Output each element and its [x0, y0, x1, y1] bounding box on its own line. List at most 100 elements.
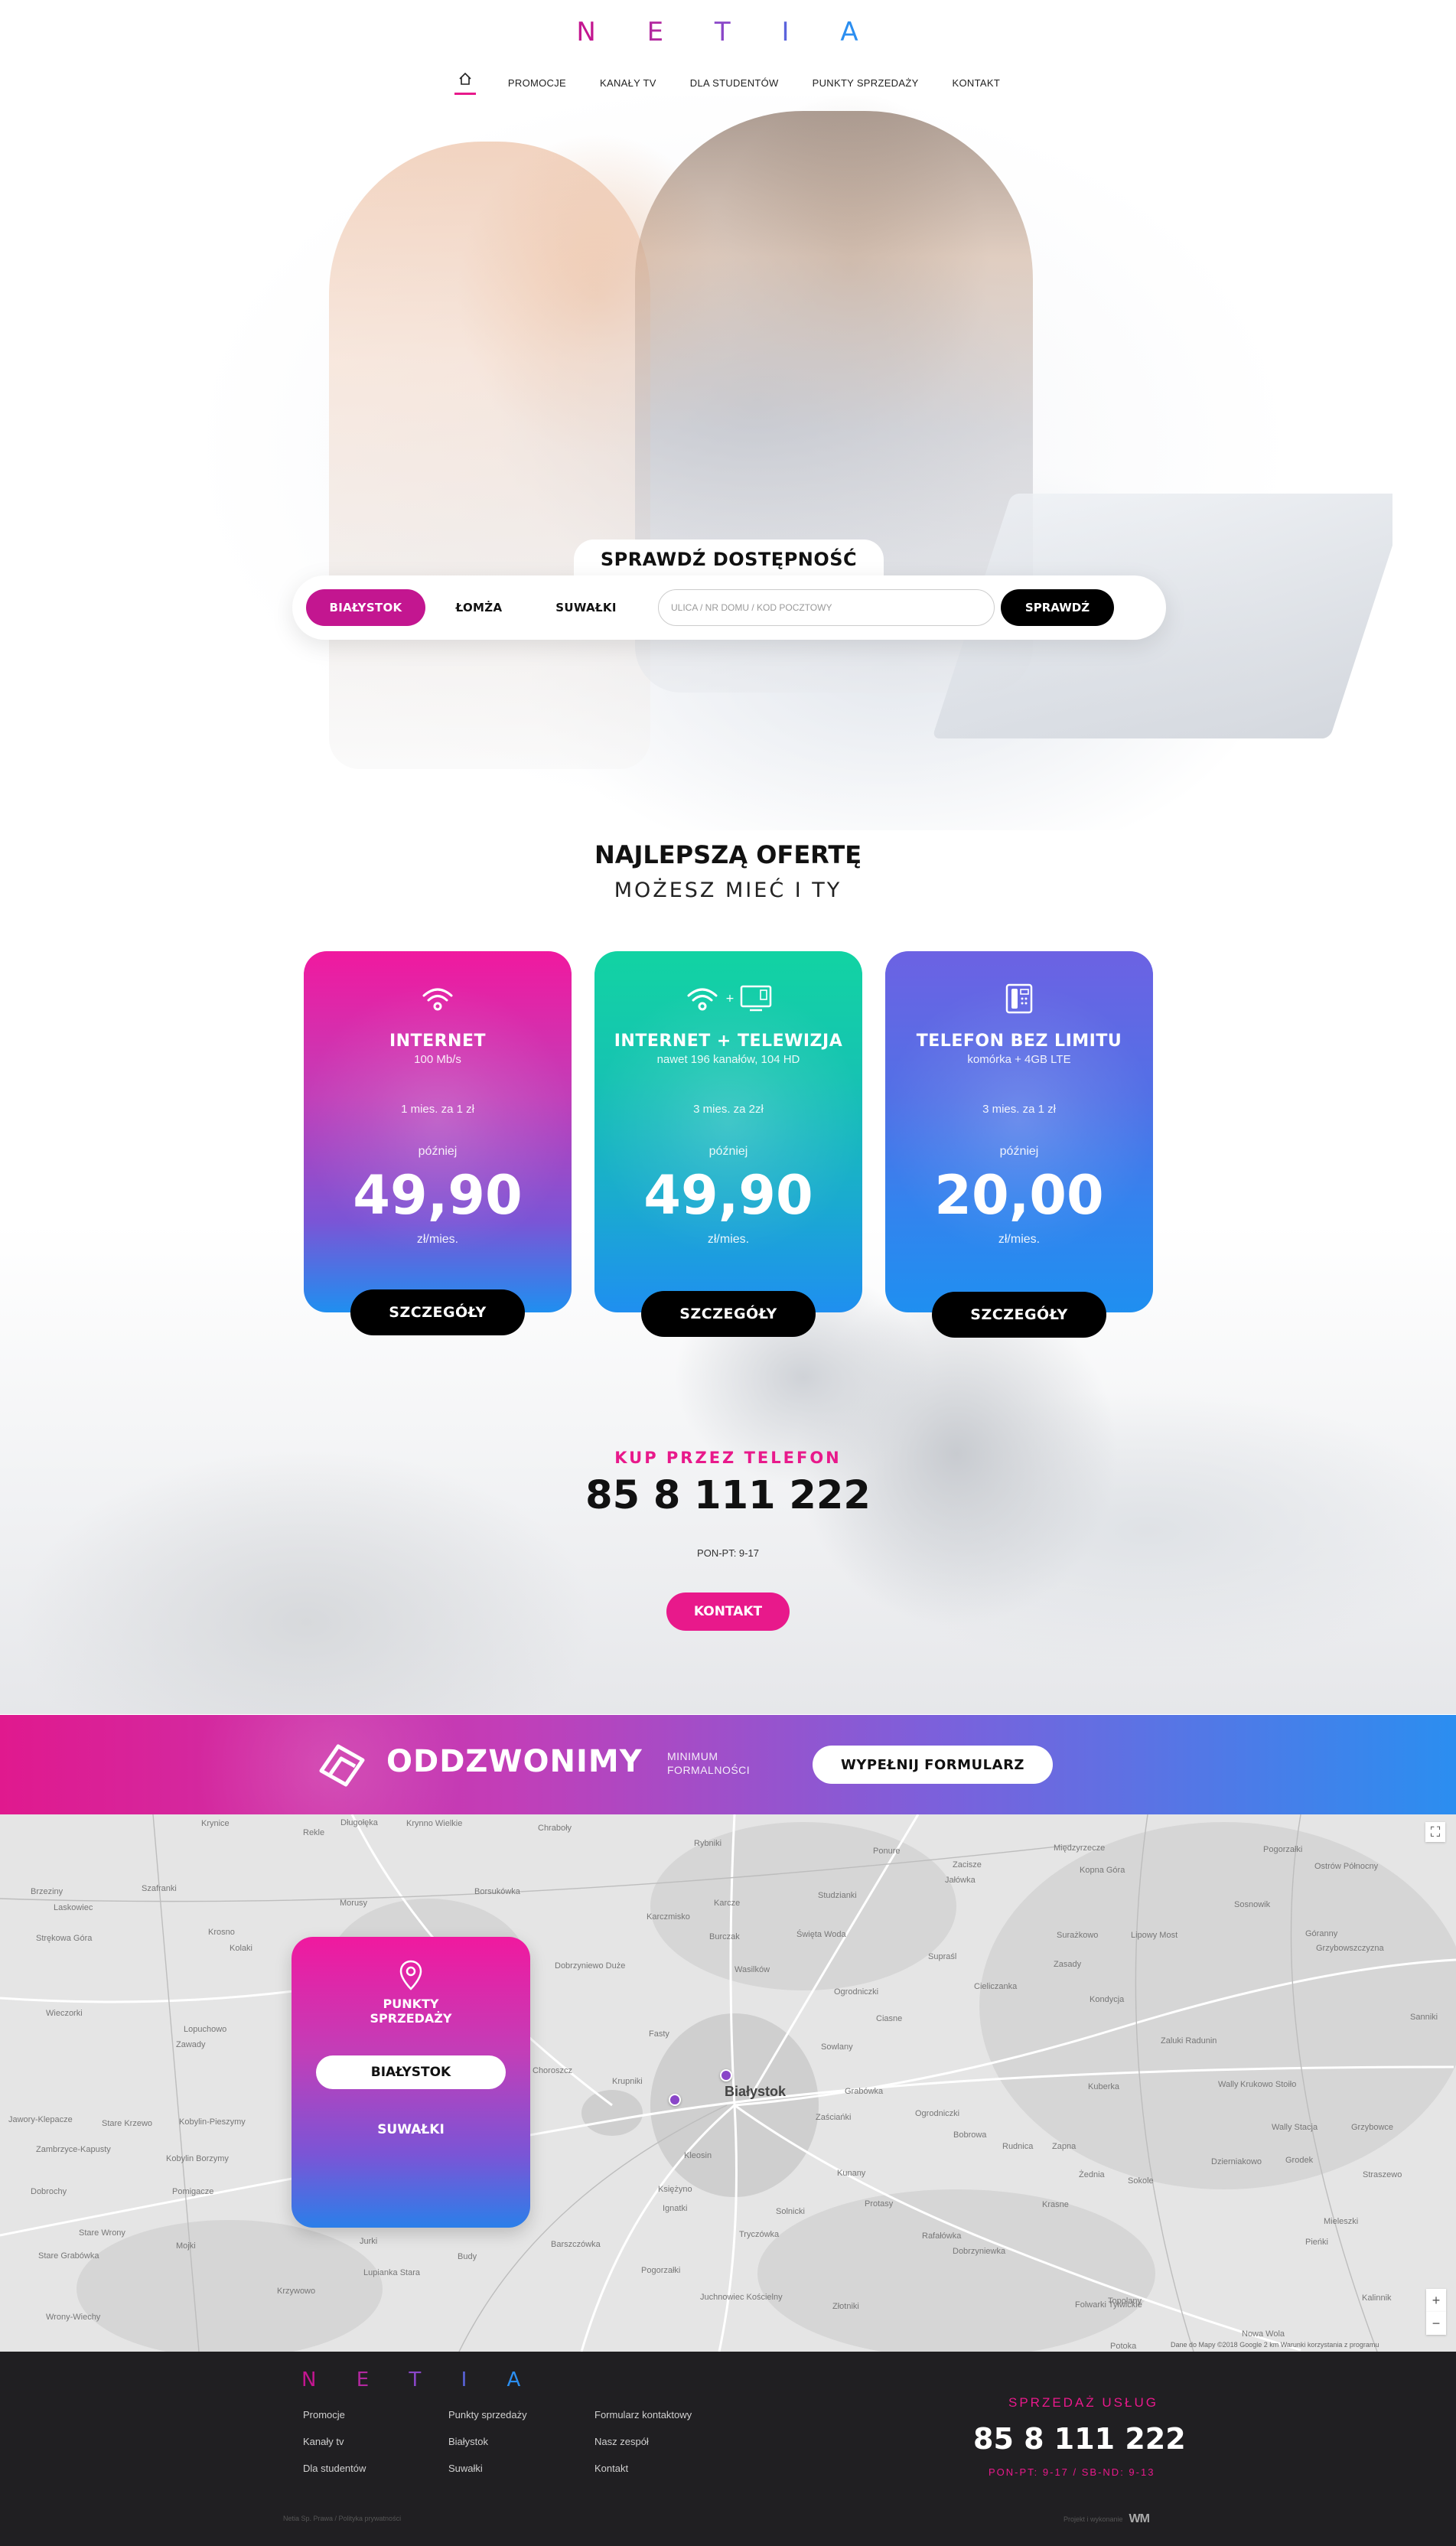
- map-label: Grodek: [1285, 2156, 1314, 2165]
- map-label: Tryczówka: [739, 2230, 780, 2239]
- footer-logo[interactable]: N E T I A: [301, 2368, 537, 2391]
- city-tab-lomza[interactable]: ŁOMŻA: [425, 589, 533, 626]
- map-label: Księżyno: [658, 2185, 692, 2194]
- card-unit: zł/mies.: [707, 1233, 750, 1246]
- map-label: Krupniki: [612, 2077, 643, 2086]
- offer-card-phone: TELEFON BEZ LIMITU komórka + 4GB LTE 3 m…: [885, 951, 1153, 1312]
- map-label: Zapna: [1052, 2142, 1077, 2151]
- map-label: Brzeziny: [31, 1887, 64, 1896]
- sales-points-title-line1: PUNKTY: [383, 1997, 439, 2011]
- footer-link[interactable]: Punkty sprzedaży: [448, 2409, 527, 2420]
- map-label: Sokole: [1128, 2176, 1154, 2186]
- map-label: Sosnowik: [1234, 1900, 1271, 1909]
- address-input[interactable]: ULICA / NR DOMU / KOD POCZTOWY: [658, 589, 995, 626]
- sales-label: SPRZEDAŻ USŁUG: [1008, 2395, 1158, 2410]
- nav-promocje[interactable]: PROMOCJE: [507, 74, 568, 92]
- map-label: Dzierniakowo: [1211, 2157, 1262, 2166]
- map-label: Surażkowo: [1057, 1931, 1099, 1940]
- map-label: Wieczorki: [46, 2009, 83, 2018]
- map-label: Długołęka: [340, 1818, 378, 1827]
- google-map[interactable]: Krynice Rekle Długołęka Krynno Wielkie C…: [0, 1814, 1456, 2352]
- card-price: 49,90: [643, 1164, 813, 1227]
- buy-by-phone-number[interactable]: 85 8 111 222: [0, 1473, 1456, 1518]
- city-tab-suwalki[interactable]: SUWAŁKI: [533, 589, 640, 626]
- map-label: Mieleszki: [1324, 2217, 1359, 2226]
- card-promo: 3 mies. za 1 zł: [982, 1103, 1056, 1116]
- map-label: Żednia: [1079, 2170, 1105, 2179]
- footer-link[interactable]: Białystok: [448, 2436, 527, 2447]
- map-label: Lopuchowo: [184, 2025, 227, 2034]
- offer-subheading: MOŻESZ MIEĆ I TY: [614, 879, 842, 902]
- sales-point-bialystok[interactable]: BIAŁYSTOK: [316, 2055, 506, 2089]
- map-label: Rekle: [303, 1828, 325, 1837]
- netia-logo[interactable]: N E T I A: [0, 17, 1456, 47]
- map-label: Jałówka: [945, 1876, 976, 1885]
- footer-link[interactable]: Suwałki: [448, 2463, 527, 2474]
- map-legal[interactable]: Dane do Mapy ©2018 Google 2 km Warunki k…: [1171, 2341, 1379, 2349]
- hero-person-woman: [329, 142, 650, 769]
- city-tab-bialystok[interactable]: BIAŁYSTOK: [306, 589, 425, 626]
- sales-phone[interactable]: 85 8 111 222: [973, 2422, 1186, 2456]
- nav-punkty-sprzedazy[interactable]: PUNKTY SPRZEDAŻY: [811, 74, 920, 92]
- card-price: 20,00: [934, 1164, 1104, 1227]
- map-label: Ogrodniczki: [915, 2109, 960, 2118]
- fill-form-button[interactable]: WYPEŁNIJ FORMULARZ: [813, 1746, 1053, 1784]
- details-button[interactable]: SZCZEGÓŁY: [932, 1292, 1106, 1338]
- map-label: Sanniki: [1410, 2013, 1438, 2022]
- logo-letter: I: [461, 2368, 484, 2391]
- map-label: Pomigacze: [172, 2187, 214, 2196]
- contact-button[interactable]: KONTAKT: [666, 1592, 790, 1631]
- buy-by-phone-hours: PON-PT: 9-17: [697, 1547, 759, 1559]
- map-label: Stare Grabówka: [38, 2251, 99, 2261]
- copyright[interactable]: Netia Sp. Prawa / Polityka prywatności: [283, 2515, 401, 2522]
- card-subtitle: nawet 196 kanałów, 104 HD: [656, 1053, 800, 1066]
- callback-icon: [319, 1744, 365, 1787]
- map-label: Lupianka Stara: [363, 2268, 420, 2277]
- map-label: Krzywowo: [277, 2287, 316, 2296]
- details-button[interactable]: SZCZEGÓŁY: [350, 1289, 525, 1335]
- map-label: Fasty: [649, 2029, 669, 2039]
- zoom-in-button[interactable]: +: [1426, 2289, 1446, 2312]
- map-label: Dobrochy: [31, 2187, 67, 2196]
- footer: N E T I A Promocje Kanały tv Dla student…: [0, 2352, 1456, 2546]
- footer-link[interactable]: Formularz kontaktowy: [594, 2409, 692, 2420]
- check-button[interactable]: SPRAWDŹ: [1001, 589, 1114, 626]
- map-pin[interactable]: [669, 2094, 681, 2106]
- map-label: Ciasne: [876, 2014, 903, 2023]
- details-button[interactable]: SZCZEGÓŁY: [641, 1291, 816, 1337]
- sales-hours: PON-PT: 9-17 / SB-ND: 9-13: [989, 2466, 1155, 2478]
- footer-link[interactable]: Kontakt: [594, 2463, 692, 2474]
- home-link[interactable]: [454, 70, 476, 95]
- card-subtitle: 100 Mb/s: [414, 1053, 461, 1066]
- map-label: Ogrodniczki: [834, 1987, 879, 1997]
- map-label: Ostrów Północny: [1314, 1862, 1379, 1871]
- map-label: Protasy: [865, 2199, 894, 2209]
- sales-point-suwalki[interactable]: SUWAŁKI: [292, 2122, 530, 2137]
- phone-icon: [885, 980, 1153, 1017]
- nav-dla-studentow[interactable]: DLA STUDENTÓW: [689, 74, 780, 92]
- map-label: Zaluki Radunin: [1161, 2036, 1217, 2046]
- map-label: Nowa Wola: [1242, 2329, 1285, 2339]
- map-label: Grzybowszczyzna: [1316, 1944, 1384, 1953]
- footer-link[interactable]: Dla studentów: [303, 2463, 366, 2474]
- zoom-out-button[interactable]: −: [1426, 2312, 1446, 2335]
- map-label: Kunany: [837, 2169, 866, 2178]
- map-label: Laskowiec: [54, 1903, 93, 1912]
- footer-link[interactable]: Kanały tv: [303, 2436, 366, 2447]
- map-label: Dobrzyniewo Duże: [555, 1961, 626, 1971]
- footer-col-2: Punkty sprzedaży Białystok Suwałki: [448, 2409, 527, 2489]
- map-pin[interactable]: [720, 2069, 732, 2081]
- callback-band: ODDZWONIMY MINIMUM FORMALNOŚCI WYPEŁNIJ …: [0, 1715, 1456, 1814]
- designer-label: Projekt i wykonanie: [1063, 2515, 1123, 2523]
- nav-kanaly-tv[interactable]: KANAŁY TV: [598, 74, 658, 92]
- designer-credit[interactable]: Projekt i wykonanie WM: [1063, 2512, 1150, 2526]
- map-label: Wally: [1218, 2080, 1239, 2089]
- footer-link[interactable]: Nasz zespół: [594, 2436, 692, 2447]
- fullscreen-button[interactable]: ⛶: [1425, 1822, 1445, 1842]
- map-label: Zambrzyce-Kapusty: [36, 2145, 111, 2154]
- wifi-icon: [304, 980, 572, 1017]
- sales-points-panel: PUNKTY SPRZEDAŻY BIAŁYSTOK SUWAŁKI: [292, 1937, 530, 2228]
- footer-link[interactable]: Promocje: [303, 2409, 366, 2420]
- availability-bar: BIAŁYSTOK ŁOMŻA SUWAŁKI ULICA / NR DOMU …: [292, 575, 1166, 640]
- nav-kontakt[interactable]: KONTAKT: [951, 74, 1002, 92]
